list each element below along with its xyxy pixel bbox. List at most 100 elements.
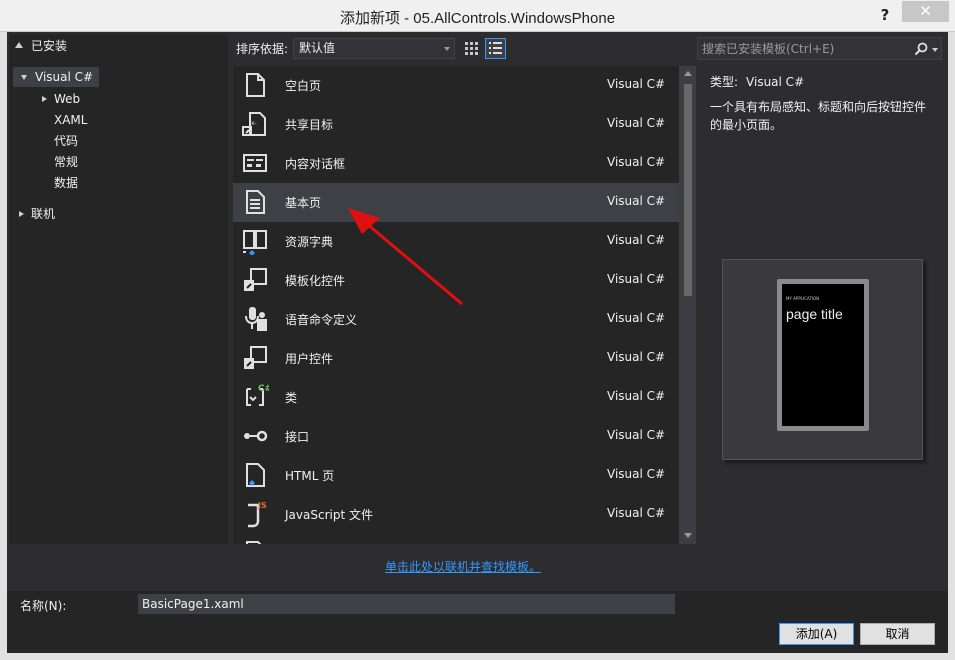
help-button[interactable]: ? bbox=[870, 4, 900, 26]
collapse-arrow-icon[interactable] bbox=[15, 42, 23, 48]
phone-preview: MY APPLICATION page title bbox=[777, 279, 869, 431]
tree-item-web[interactable]: Web bbox=[42, 89, 80, 109]
scroll-down-icon[interactable] bbox=[684, 533, 692, 538]
online-templates-link[interactable]: 单击此处以联机并查找模板。 bbox=[385, 558, 541, 575]
template-name: JavaScript 文件 bbox=[285, 508, 373, 522]
template-item[interactable]: 空白页 Visual C# bbox=[233, 66, 679, 105]
close-button[interactable]: ✕ bbox=[902, 1, 949, 22]
cancel-button[interactable]: 取消 bbox=[860, 623, 935, 645]
template-item[interactable]: 接口 Visual C# bbox=[233, 417, 679, 456]
interface-icon bbox=[244, 430, 268, 442]
template-name: 空白页 bbox=[285, 79, 322, 93]
tree-item-data[interactable]: 数据 bbox=[54, 173, 78, 193]
search-icon[interactable] bbox=[914, 42, 928, 56]
template-language: Visual C# bbox=[607, 77, 666, 91]
page-icon bbox=[246, 541, 262, 544]
template-name: 接口 bbox=[285, 430, 310, 444]
template-type: 类型: Visual C# bbox=[710, 73, 804, 90]
template-language: Visual C# bbox=[607, 194, 666, 208]
tree-item-xaml[interactable]: XAML bbox=[54, 110, 87, 130]
sort-label: 排序依据: bbox=[236, 42, 289, 56]
search-input[interactable] bbox=[702, 41, 907, 57]
type-value: Visual C# bbox=[746, 75, 805, 89]
expand-arrow-icon[interactable] bbox=[42, 96, 47, 102]
phone-screen: MY APPLICATION page title bbox=[782, 284, 864, 426]
template-language: Visual C# bbox=[607, 311, 666, 325]
installed-label: 已安装 bbox=[31, 39, 68, 53]
expand-arrow-icon[interactable] bbox=[21, 75, 27, 80]
template-name: 资源字典 bbox=[285, 235, 334, 249]
template-language: Visual C# bbox=[607, 467, 666, 481]
tree-item-label: 常规 bbox=[54, 155, 79, 169]
template-language: Visual C# bbox=[607, 350, 666, 364]
tree-item-label: XAML bbox=[54, 113, 88, 127]
sort-dropdown[interactable]: 默认值 bbox=[293, 38, 455, 59]
javascript-file-icon: JS bbox=[248, 501, 267, 528]
template-item[interactable]: 用户控件 Visual C# bbox=[233, 339, 679, 378]
template-item[interactable]: JS JavaScript 文件 Visual C# bbox=[233, 495, 679, 534]
tree-item-visual-csharp[interactable]: Visual C# bbox=[13, 67, 99, 87]
add-button[interactable]: 添加(A) bbox=[779, 623, 854, 645]
content-dialog-icon bbox=[243, 154, 267, 172]
svg-text:C#: C# bbox=[258, 384, 269, 394]
tree-item-label: 代码 bbox=[54, 134, 79, 148]
search-box[interactable] bbox=[697, 37, 942, 60]
list-view-icon bbox=[489, 42, 502, 54]
blank-page-icon bbox=[246, 73, 265, 97]
template-name: 类 bbox=[285, 391, 298, 405]
tree-item-label: 联机 bbox=[31, 207, 56, 221]
tree-item-label: Visual C# bbox=[35, 70, 94, 84]
preview-app-name: MY APPLICATION bbox=[786, 296, 820, 301]
template-item[interactable]: HTML 页 Visual C# bbox=[233, 456, 679, 495]
category-tree: 已安装 Visual C# Web XAML 代码 常规 数据 联机 bbox=[9, 34, 228, 544]
template-language: Visual C# bbox=[607, 428, 666, 442]
template-item[interactable]: 语音命令定义 Visual C# bbox=[233, 300, 679, 339]
template-item[interactable]: 内容对话框 Visual C# bbox=[233, 144, 679, 183]
template-item-partial[interactable] bbox=[233, 534, 679, 544]
voice-command-icon bbox=[245, 307, 267, 331]
template-language: Visual C# bbox=[607, 506, 666, 520]
search-options-icon[interactable] bbox=[932, 48, 938, 52]
template-item[interactable]: C# 类 Visual C# bbox=[233, 378, 679, 417]
svg-text:JS: JS bbox=[257, 501, 267, 510]
name-label: 名称(N): bbox=[20, 599, 67, 613]
template-name: 语音命令定义 bbox=[285, 313, 358, 327]
grid-view-button[interactable] bbox=[461, 38, 482, 59]
template-description: 一个具有布局感知、标题和向后按钮控件的最小页面。 bbox=[710, 100, 927, 132]
grid-view-icon bbox=[465, 42, 478, 55]
window-title: 添加新项 - 05.AllControls.WindowsPhone bbox=[339, 10, 616, 27]
template-preview: MY APPLICATION page title bbox=[722, 259, 923, 460]
template-item[interactable]: 基本页 Visual C# bbox=[233, 183, 679, 222]
list-scrollbar[interactable] bbox=[679, 66, 696, 544]
class-icon: C# bbox=[246, 384, 269, 406]
basic-page-icon bbox=[246, 190, 265, 214]
template-name: 用户控件 bbox=[285, 352, 334, 366]
tree-item-label: 数据 bbox=[54, 176, 79, 190]
template-name: 基本页 bbox=[285, 196, 322, 210]
chevron-down-icon bbox=[444, 47, 450, 51]
template-language: Visual C# bbox=[607, 272, 666, 286]
tree-item-code[interactable]: 代码 bbox=[54, 131, 78, 151]
template-language: Visual C# bbox=[607, 116, 666, 130]
sort-value: 默认值 bbox=[299, 41, 336, 55]
template-item[interactable]: 模板化控件 Visual C# bbox=[233, 261, 679, 300]
template-name: 共享目标 bbox=[285, 118, 334, 132]
template-name: HTML 页 bbox=[285, 469, 335, 483]
template-list: 空白页 Visual C# x- 共享目标 Visual C# 内容对话框 Visual C… bbox=[233, 66, 679, 544]
installed-header[interactable]: 已安装 bbox=[9, 34, 228, 58]
svg-text:x-: x- bbox=[251, 120, 257, 127]
tree-item-online[interactable]: 联机 bbox=[19, 204, 56, 224]
template-item[interactable]: x- 共享目标 Visual C# bbox=[233, 105, 679, 144]
title-bar: 添加新项 - 05.AllControls.WindowsPhone ? ✕ bbox=[0, 0, 955, 32]
templated-control-icon bbox=[244, 268, 267, 291]
name-field[interactable] bbox=[138, 594, 675, 614]
tree-item-general[interactable]: 常规 bbox=[54, 152, 78, 172]
template-language: Visual C# bbox=[607, 233, 666, 247]
share-target-icon: x- bbox=[242, 112, 266, 136]
list-view-button[interactable] bbox=[485, 38, 506, 59]
template-item[interactable]: 资源字典 Visual C# bbox=[233, 222, 679, 261]
html-page-icon bbox=[246, 463, 265, 487]
scroll-thumb[interactable] bbox=[684, 84, 692, 296]
scroll-up-icon[interactable] bbox=[684, 71, 692, 76]
expand-arrow-icon[interactable] bbox=[19, 211, 24, 217]
